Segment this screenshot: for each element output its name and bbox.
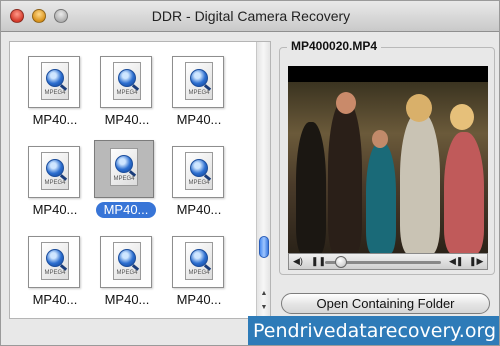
file-format-label: MPEG4 bbox=[188, 90, 210, 96]
quicktime-file-icon: MPEG4 bbox=[41, 62, 69, 100]
file-item[interactable]: MPEG4 MP40... bbox=[20, 136, 90, 218]
file-format-label: MPEG4 bbox=[44, 180, 66, 186]
file-thumbnail[interactable]: MPEG4 bbox=[28, 146, 80, 198]
file-format-label: MPEG4 bbox=[44, 90, 66, 96]
video-preview[interactable] bbox=[288, 66, 488, 270]
file-item[interactable]: MPEG4 MP40... bbox=[92, 46, 162, 128]
quicktime-logo-icon bbox=[46, 69, 64, 87]
quicktime-file-icon: MPEG4 bbox=[41, 242, 69, 280]
file-item[interactable]: MPEG4 MP40... bbox=[164, 136, 234, 218]
file-thumbnail[interactable]: MPEG4 bbox=[94, 140, 154, 198]
window-title: DDR - Digital Camera Recovery bbox=[151, 8, 351, 24]
file-item[interactable]: MPEG4 MP40... bbox=[20, 46, 90, 128]
quicktime-file-icon: MPEG4 bbox=[185, 242, 213, 280]
quicktime-logo-icon bbox=[46, 249, 64, 267]
step-forward-icon[interactable]: ❚▶ bbox=[469, 254, 483, 269]
file-format-label: MPEG4 bbox=[188, 270, 210, 276]
quicktime-logo-icon bbox=[190, 159, 208, 177]
file-item[interactable]: MPEG4 MP40... bbox=[92, 226, 162, 308]
file-thumbnail[interactable]: MPEG4 bbox=[100, 236, 152, 288]
file-thumbnail[interactable]: MPEG4 bbox=[28, 56, 80, 108]
file-item[interactable]: MPEG4 MP40... bbox=[20, 226, 90, 308]
seek-knob[interactable] bbox=[334, 256, 347, 268]
pause-icon[interactable]: ❚❚ bbox=[311, 254, 326, 269]
file-grid: MPEG4 MP40... MPEG4 MP40... MPEG4 MP40... MPEG… bbox=[9, 41, 271, 319]
file-thumbnail[interactable]: MPEG4 bbox=[172, 236, 224, 288]
speaker-icon[interactable]: ◀) bbox=[293, 254, 303, 269]
preview-filename: MP400020.MP4 bbox=[287, 39, 382, 53]
watermark-banner: Pendrivedatarecovery.org bbox=[248, 316, 499, 345]
quicktime-file-icon: MPEG4 bbox=[185, 62, 213, 100]
file-item[interactable]: MPEG4 MP40... bbox=[164, 226, 234, 308]
quicktime-logo-icon bbox=[190, 69, 208, 87]
file-name: MP40... bbox=[96, 202, 156, 218]
file-thumbnail[interactable]: MPEG4 bbox=[100, 56, 152, 108]
file-item[interactable]: MPEG4 MP40... bbox=[92, 136, 162, 218]
file-format-label: MPEG4 bbox=[116, 90, 138, 96]
quicktime-logo-icon bbox=[115, 155, 133, 173]
file-format-label: MPEG4 bbox=[44, 270, 66, 276]
quicktime-logo-icon bbox=[118, 69, 136, 87]
file-format-label: MPEG4 bbox=[188, 180, 210, 186]
scroll-up-arrow[interactable]: ▲ bbox=[257, 288, 271, 300]
quicktime-logo-icon bbox=[118, 249, 136, 267]
file-name: MP40... bbox=[32, 202, 78, 217]
quicktime-file-icon: MPEG4 bbox=[41, 152, 69, 190]
scroll-down-arrow[interactable]: ▼ bbox=[257, 302, 271, 314]
quicktime-file-icon: MPEG4 bbox=[113, 242, 141, 280]
quicktime-file-icon: MPEG4 bbox=[110, 148, 138, 186]
quicktime-logo-icon bbox=[190, 249, 208, 267]
file-name: MP40... bbox=[176, 202, 222, 217]
file-name: MP40... bbox=[176, 112, 222, 127]
file-name: MP40... bbox=[176, 292, 222, 307]
quicktime-logo-icon bbox=[46, 159, 64, 177]
quicktime-file-icon: MPEG4 bbox=[185, 152, 213, 190]
file-thumbnail[interactable]: MPEG4 bbox=[172, 56, 224, 108]
file-name: MP40... bbox=[32, 112, 78, 127]
file-format-label: MPEG4 bbox=[113, 176, 135, 182]
file-thumbnail[interactable]: MPEG4 bbox=[172, 146, 224, 198]
video-controls: ◀) ❚❚ ◀❚ ❚▶ bbox=[288, 253, 488, 270]
file-format-label: MPEG4 bbox=[116, 270, 138, 276]
scroll-thumb[interactable] bbox=[259, 236, 269, 258]
file-name: MP40... bbox=[104, 292, 150, 307]
file-item[interactable]: MPEG4 MP40... bbox=[164, 46, 234, 128]
quicktime-file-icon: MPEG4 bbox=[113, 62, 141, 100]
step-back-icon[interactable]: ◀❚ bbox=[449, 254, 463, 269]
title-bar: DDR - Digital Camera Recovery bbox=[1, 1, 499, 32]
file-name: MP40... bbox=[104, 112, 150, 127]
open-containing-folder-button[interactable]: Open Containing Folder bbox=[281, 293, 490, 314]
file-name: MP40... bbox=[32, 292, 78, 307]
file-thumbnail[interactable]: MPEG4 bbox=[28, 236, 80, 288]
app-window: DDR - Digital Camera Recovery MPEG4 MP40.… bbox=[0, 0, 500, 346]
video-frame bbox=[288, 82, 488, 254]
file-grid-scrollbar[interactable]: ▲ ▼ bbox=[256, 42, 270, 318]
